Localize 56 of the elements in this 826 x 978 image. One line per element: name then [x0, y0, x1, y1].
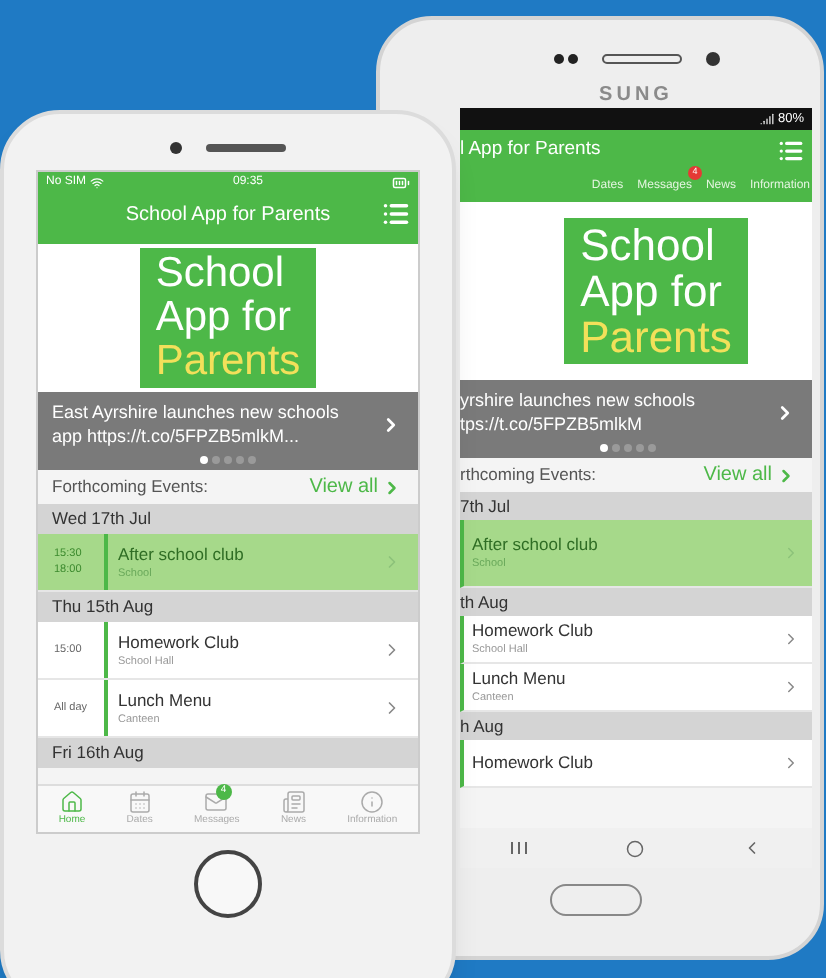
- newspaper-icon: [281, 790, 306, 814]
- event-title: Homework Club: [118, 631, 241, 654]
- date-header: Wed 17th Jul: [38, 504, 418, 535]
- app-title: School App for Parents: [125, 201, 331, 229]
- logo-text: App for: [155, 296, 294, 341]
- section-heading: Forthcoming Events:: [52, 474, 208, 501]
- news-text: East Ayrshire launches new schools app https://t.co/5FPZB5mlkM...: [52, 400, 341, 449]
- date-header: th Aug: [460, 588, 812, 617]
- news-text: yrshire launches new schools: [460, 388, 698, 413]
- event-title: Homework Club: [472, 620, 595, 643]
- menu-icon[interactable]: [381, 200, 410, 228]
- event-title: Lunch Menu: [472, 668, 568, 691]
- section-heading: rthcoming Events:: [460, 462, 597, 489]
- chevron-icon: [782, 544, 800, 563]
- date-header: Thu 15th Aug: [38, 592, 418, 623]
- home-icon[interactable]: [625, 839, 644, 857]
- news-banner[interactable]: East Ayrshire launches new schools app https://t.co/5FPZB5mlkM...: [38, 392, 418, 471]
- logo-text: Parents: [580, 314, 732, 361]
- event-title: After school club: [118, 543, 246, 566]
- speaker-icon: [601, 53, 681, 63]
- chevron-icon: [782, 630, 800, 649]
- battery-icon: [392, 174, 410, 192]
- date-header: 7th Jul: [460, 492, 812, 521]
- news-banner[interactable]: yrshire launches new schools tps://t.co/5FPZB5mlkM: [460, 380, 812, 459]
- view-all-link[interactable]: View all: [703, 460, 796, 491]
- chevron-icon: [382, 477, 402, 498]
- signal-icon: [759, 112, 774, 126]
- news-text: tps://t.co/5FPZB5mlkM: [460, 412, 645, 437]
- menu-icon[interactable]: [778, 138, 804, 164]
- calendar-icon: [127, 790, 152, 814]
- app-title: l App for Parents: [460, 136, 601, 165]
- wifi-icon: [90, 176, 105, 190]
- sensor-icon: [553, 53, 577, 63]
- event-row[interactable]: Homework Club: [460, 740, 812, 789]
- camera-icon: [705, 51, 719, 65]
- logo-text: School: [155, 252, 287, 297]
- event-title: Lunch Menu: [118, 689, 214, 712]
- logo-text: Parents: [155, 340, 301, 385]
- speaker-icon: [206, 144, 286, 152]
- view-all-link[interactable]: View all: [309, 472, 402, 503]
- chevron-icon: [782, 754, 800, 773]
- chevron-icon: [782, 678, 800, 697]
- house-icon: [59, 790, 84, 814]
- info-icon: [360, 790, 385, 814]
- event-title: Homework Club: [472, 752, 595, 775]
- date-header: h Aug: [460, 712, 812, 741]
- camera-icon: [170, 142, 182, 154]
- date-header: Fri 16th Aug: [38, 738, 418, 769]
- logo-text: School: [580, 222, 717, 269]
- logo-text: App for: [580, 268, 725, 315]
- brand-text: SUNG: [597, 82, 675, 108]
- event-title: After school club: [472, 534, 600, 557]
- home-button[interactable]: [194, 850, 262, 918]
- recent-apps-icon[interactable]: [509, 840, 528, 856]
- envelope-icon: [204, 790, 229, 814]
- chevron-icon: [776, 465, 796, 486]
